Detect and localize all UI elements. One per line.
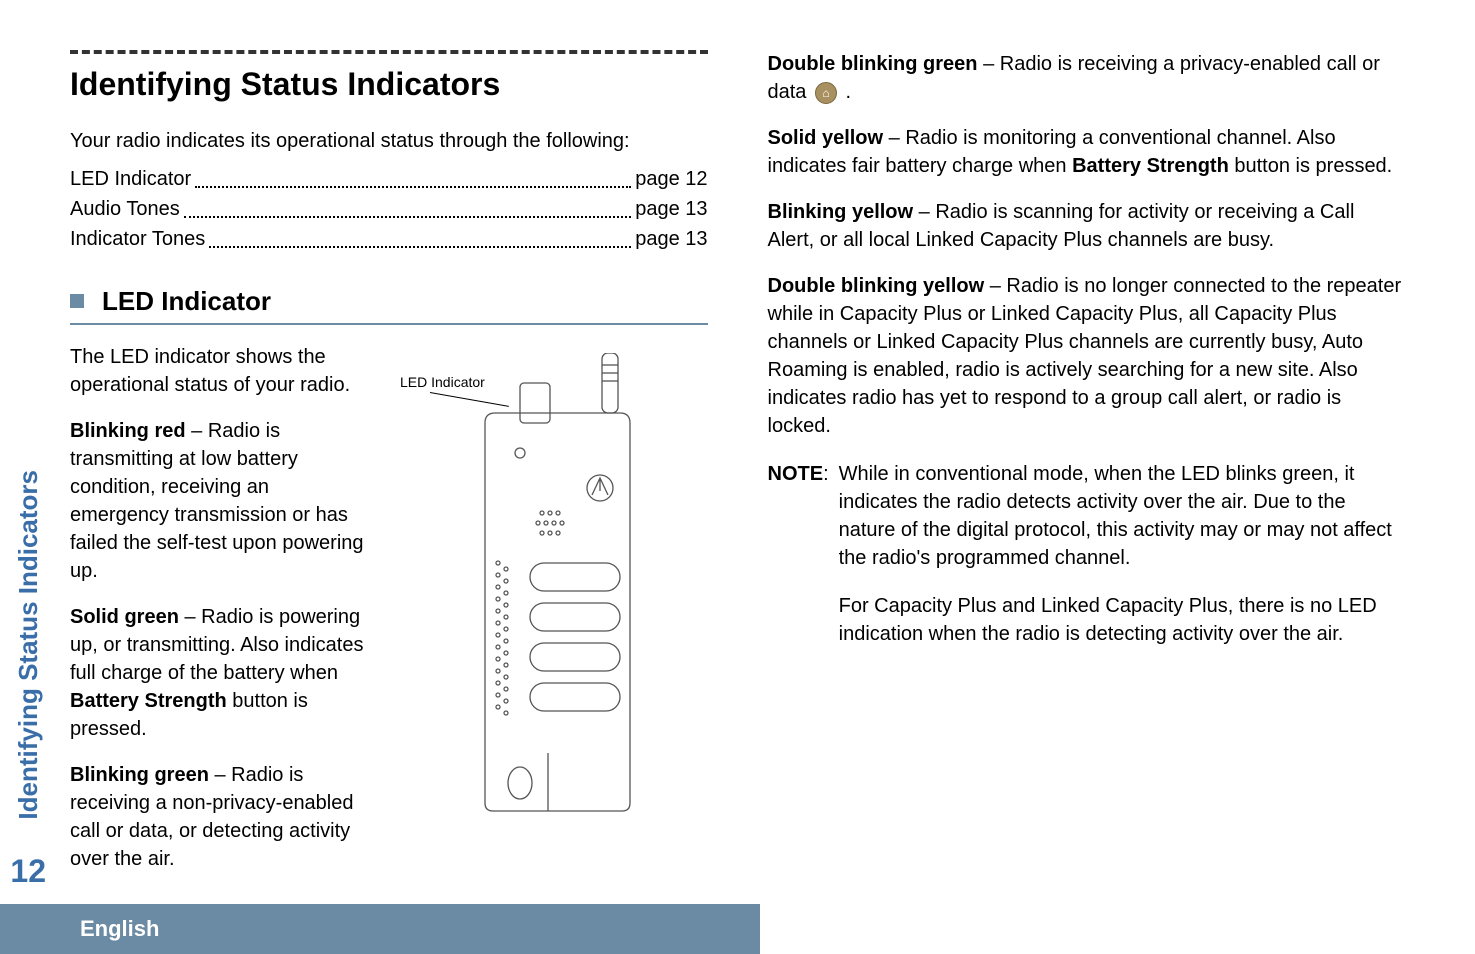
radio-figure: LED Indicator — [390, 343, 650, 821]
radio-illustration — [450, 353, 650, 813]
footer-bar: English — [0, 904, 760, 954]
section-title: LED Indicator — [102, 283, 271, 319]
toc-page: page 12 — [635, 165, 707, 193]
side-tab-title: Identifying Status Indicators — [0, 450, 56, 840]
battery-strength-label: Battery Strength — [1072, 155, 1229, 177]
page-title: Identifying Status Indicators — [70, 62, 708, 107]
toc-label: LED Indicator — [70, 165, 191, 193]
footer-language: English — [80, 914, 159, 945]
state-label: Double blinking yellow — [768, 275, 985, 297]
state-label: Blinking yellow — [768, 201, 914, 223]
section-divider-dash — [70, 50, 708, 54]
state-solid-green: Solid green – Radio is powering up, or t… — [70, 603, 370, 743]
state-label: Blinking red — [70, 420, 186, 442]
toc-row: Indicator Tones page 13 — [70, 225, 708, 253]
section-bullet-icon — [70, 294, 84, 308]
toc-label: Indicator Tones — [70, 225, 205, 253]
toc-leader-dots — [184, 190, 631, 218]
privacy-icon: ⌂ — [815, 82, 837, 104]
state-blinking-red: Blinking red – Radio is transmitting at … — [70, 417, 370, 585]
section-intro: The LED indicator shows the operational … — [70, 343, 370, 399]
state-label: Solid yellow — [768, 127, 884, 149]
page-number: 12 — [10, 849, 46, 894]
state-double-blinking-yellow: Double blinking yellow – Radio is no lon… — [768, 272, 1406, 440]
note-paragraph: For Capacity Plus and Linked Capacity Pl… — [839, 592, 1405, 648]
state-blinking-yellow: Blinking yellow – Radio is scanning for … — [768, 198, 1406, 254]
toc-row: Audio Tones page 13 — [70, 195, 708, 223]
toc-leader-dots — [195, 160, 631, 188]
note-label: NOTE: — [768, 460, 829, 668]
figure-caption: LED Indicator — [400, 373, 485, 393]
state-desc: – Radio is no longer connected to the re… — [768, 275, 1402, 437]
section-header: LED Indicator — [70, 283, 708, 319]
note-block: NOTE: While in conventional mode, when t… — [768, 460, 1406, 668]
state-solid-yellow: Solid yellow – Radio is monitoring a con… — [768, 124, 1406, 180]
state-double-blinking-green: Double blinking green – Radio is receivi… — [768, 50, 1406, 106]
toc-page: page 13 — [635, 195, 707, 223]
state-desc: – Radio is transmitting at low battery c… — [70, 420, 364, 582]
section-rule — [70, 323, 708, 325]
state-label: Double blinking green — [768, 53, 978, 75]
state-label: Solid green — [70, 606, 179, 628]
battery-strength-label: Battery Strength — [70, 690, 227, 712]
state-label: Blinking green — [70, 764, 209, 786]
toc-row: LED Indicator page 12 — [70, 165, 708, 193]
side-tab: Identifying Status Indicators 12 — [0, 450, 56, 894]
state-desc: button is pressed. — [1229, 155, 1392, 177]
toc-page: page 13 — [635, 225, 707, 253]
state-blinking-green: Blinking green – Radio is receiving a no… — [70, 761, 370, 873]
note-paragraph: While in conventional mode, when the LED… — [839, 460, 1405, 572]
state-desc: . — [840, 81, 851, 103]
toc-leader-dots — [209, 220, 631, 248]
toc-label: Audio Tones — [70, 195, 180, 223]
intro-text: Your radio indicates its operational sta… — [70, 127, 708, 155]
